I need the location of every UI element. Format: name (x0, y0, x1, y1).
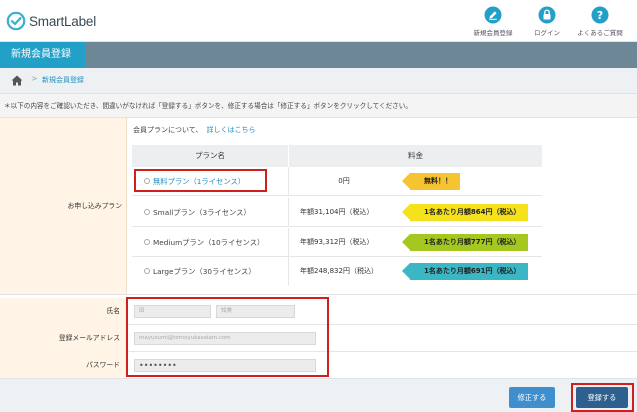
svg-text:?: ? (597, 9, 603, 22)
plan-name: Smallプラン（3ライセンス） (153, 208, 251, 217)
password-label: パスワード (86, 361, 120, 369)
plan-intro-text: 会員プランについて、 (133, 126, 203, 134)
home-icon[interactable] (11, 75, 23, 86)
plan-intro: 会員プランについて、 詳しくはこちら (133, 125, 255, 135)
logo[interactable]: SmartLabel (6, 10, 96, 32)
plan-label-cell: お申し込みプラン (0, 118, 127, 294)
logo-text: SmartLabel (29, 13, 97, 29)
plan-radio[interactable] (144, 268, 150, 274)
email-label: 登録メールアドレス (58, 334, 120, 342)
footer-bar: 修正する 登録する (0, 378, 637, 412)
form-highlight (126, 297, 329, 377)
password-label-cell: パスワード (0, 352, 127, 379)
plan-details-link[interactable]: 詳しくはこちら (206, 126, 255, 134)
breadcrumb-separator: > (31, 74, 38, 83)
plan-tag: 1名あたり月額864円（税込） (401, 204, 529, 221)
plan-tag: 無料！！ (402, 173, 460, 190)
nav-faq[interactable]: ? よくあるご質問 (570, 6, 630, 37)
plan-price: 0円 (338, 177, 350, 185)
col-fee: 料金 (408, 151, 423, 160)
selected-plan-highlight (134, 169, 267, 192)
plan-table-header: プラン名 料金 (132, 145, 542, 167)
plan-price: 年額248,832円（税込） (300, 267, 378, 275)
breadcrumb-current: 新規会員登録 (42, 76, 84, 84)
breadcrumb: > 新規会員登録 (0, 68, 637, 94)
plan-row-small[interactable]: Smallプラン（3ライセンス） 年額31,104円（税込） 1名あたり月額86… (132, 198, 542, 227)
name-label-cell: 氏名 (0, 298, 127, 325)
title-bar: 新規会員登録 (0, 42, 637, 68)
page-title: 新規会員登録 (0, 42, 85, 68)
help-icon: ? (591, 6, 609, 24)
lock-icon (538, 6, 556, 24)
edit-icon (484, 6, 502, 24)
plan-tag: 1名あたり月額777円（税込） (401, 234, 529, 251)
row-divider (288, 228, 289, 257)
plan-row-medium[interactable]: Mediumプラン（10ライセンス） 年額93,312円（税込） 1名あたり月額… (132, 228, 542, 257)
name-label: 氏名 (106, 307, 120, 315)
plan-name: Largeプラン（30ライセンス） (153, 267, 256, 276)
nav-faq-label: よくあるご質問 (577, 29, 623, 37)
plan-radio[interactable] (144, 239, 150, 245)
plan-radio[interactable] (144, 209, 150, 215)
submit-highlight (571, 383, 634, 412)
plan-price: 年額31,104円（税込） (300, 208, 374, 216)
page: SmartLabel 新規会員登録 ログイン ? よくあるご質問 新規会員登録 … (0, 0, 637, 412)
edit-button[interactable]: 修正する (509, 387, 555, 408)
row-divider (288, 257, 289, 286)
plan-price: 年額93,312円（税込） (300, 238, 374, 246)
nav-register-label: 新規会員登録 (473, 29, 513, 37)
top-bar: SmartLabel 新規会員登録 ログイン ? よくあるご質問 (0, 0, 637, 42)
smartlabel-logo-icon (6, 11, 26, 31)
plan-row-large[interactable]: Largeプラン（30ライセンス） 年額248,832円（税込） 1名あたり月額… (132, 257, 542, 286)
row-divider (288, 198, 289, 227)
email-label-cell: 登録メールアドレス (0, 325, 127, 352)
confirmation-notice: ＊以下の内容をご確認いただき、間違いがなければ「登録する」ボタンを、修正する場合… (0, 94, 637, 118)
nav-login-label: ログイン (534, 29, 560, 37)
nav-login[interactable]: ログイン (517, 6, 577, 37)
plan-label: お申し込みプラン (67, 202, 122, 210)
nav-register[interactable]: 新規会員登録 (463, 6, 523, 37)
col-plan-name: プラン名 (195, 151, 225, 160)
plan-name: Mediumプラン（10ライセンス） (153, 238, 265, 247)
plan-tag: 1名あたり月額691円（税込） (401, 263, 529, 280)
